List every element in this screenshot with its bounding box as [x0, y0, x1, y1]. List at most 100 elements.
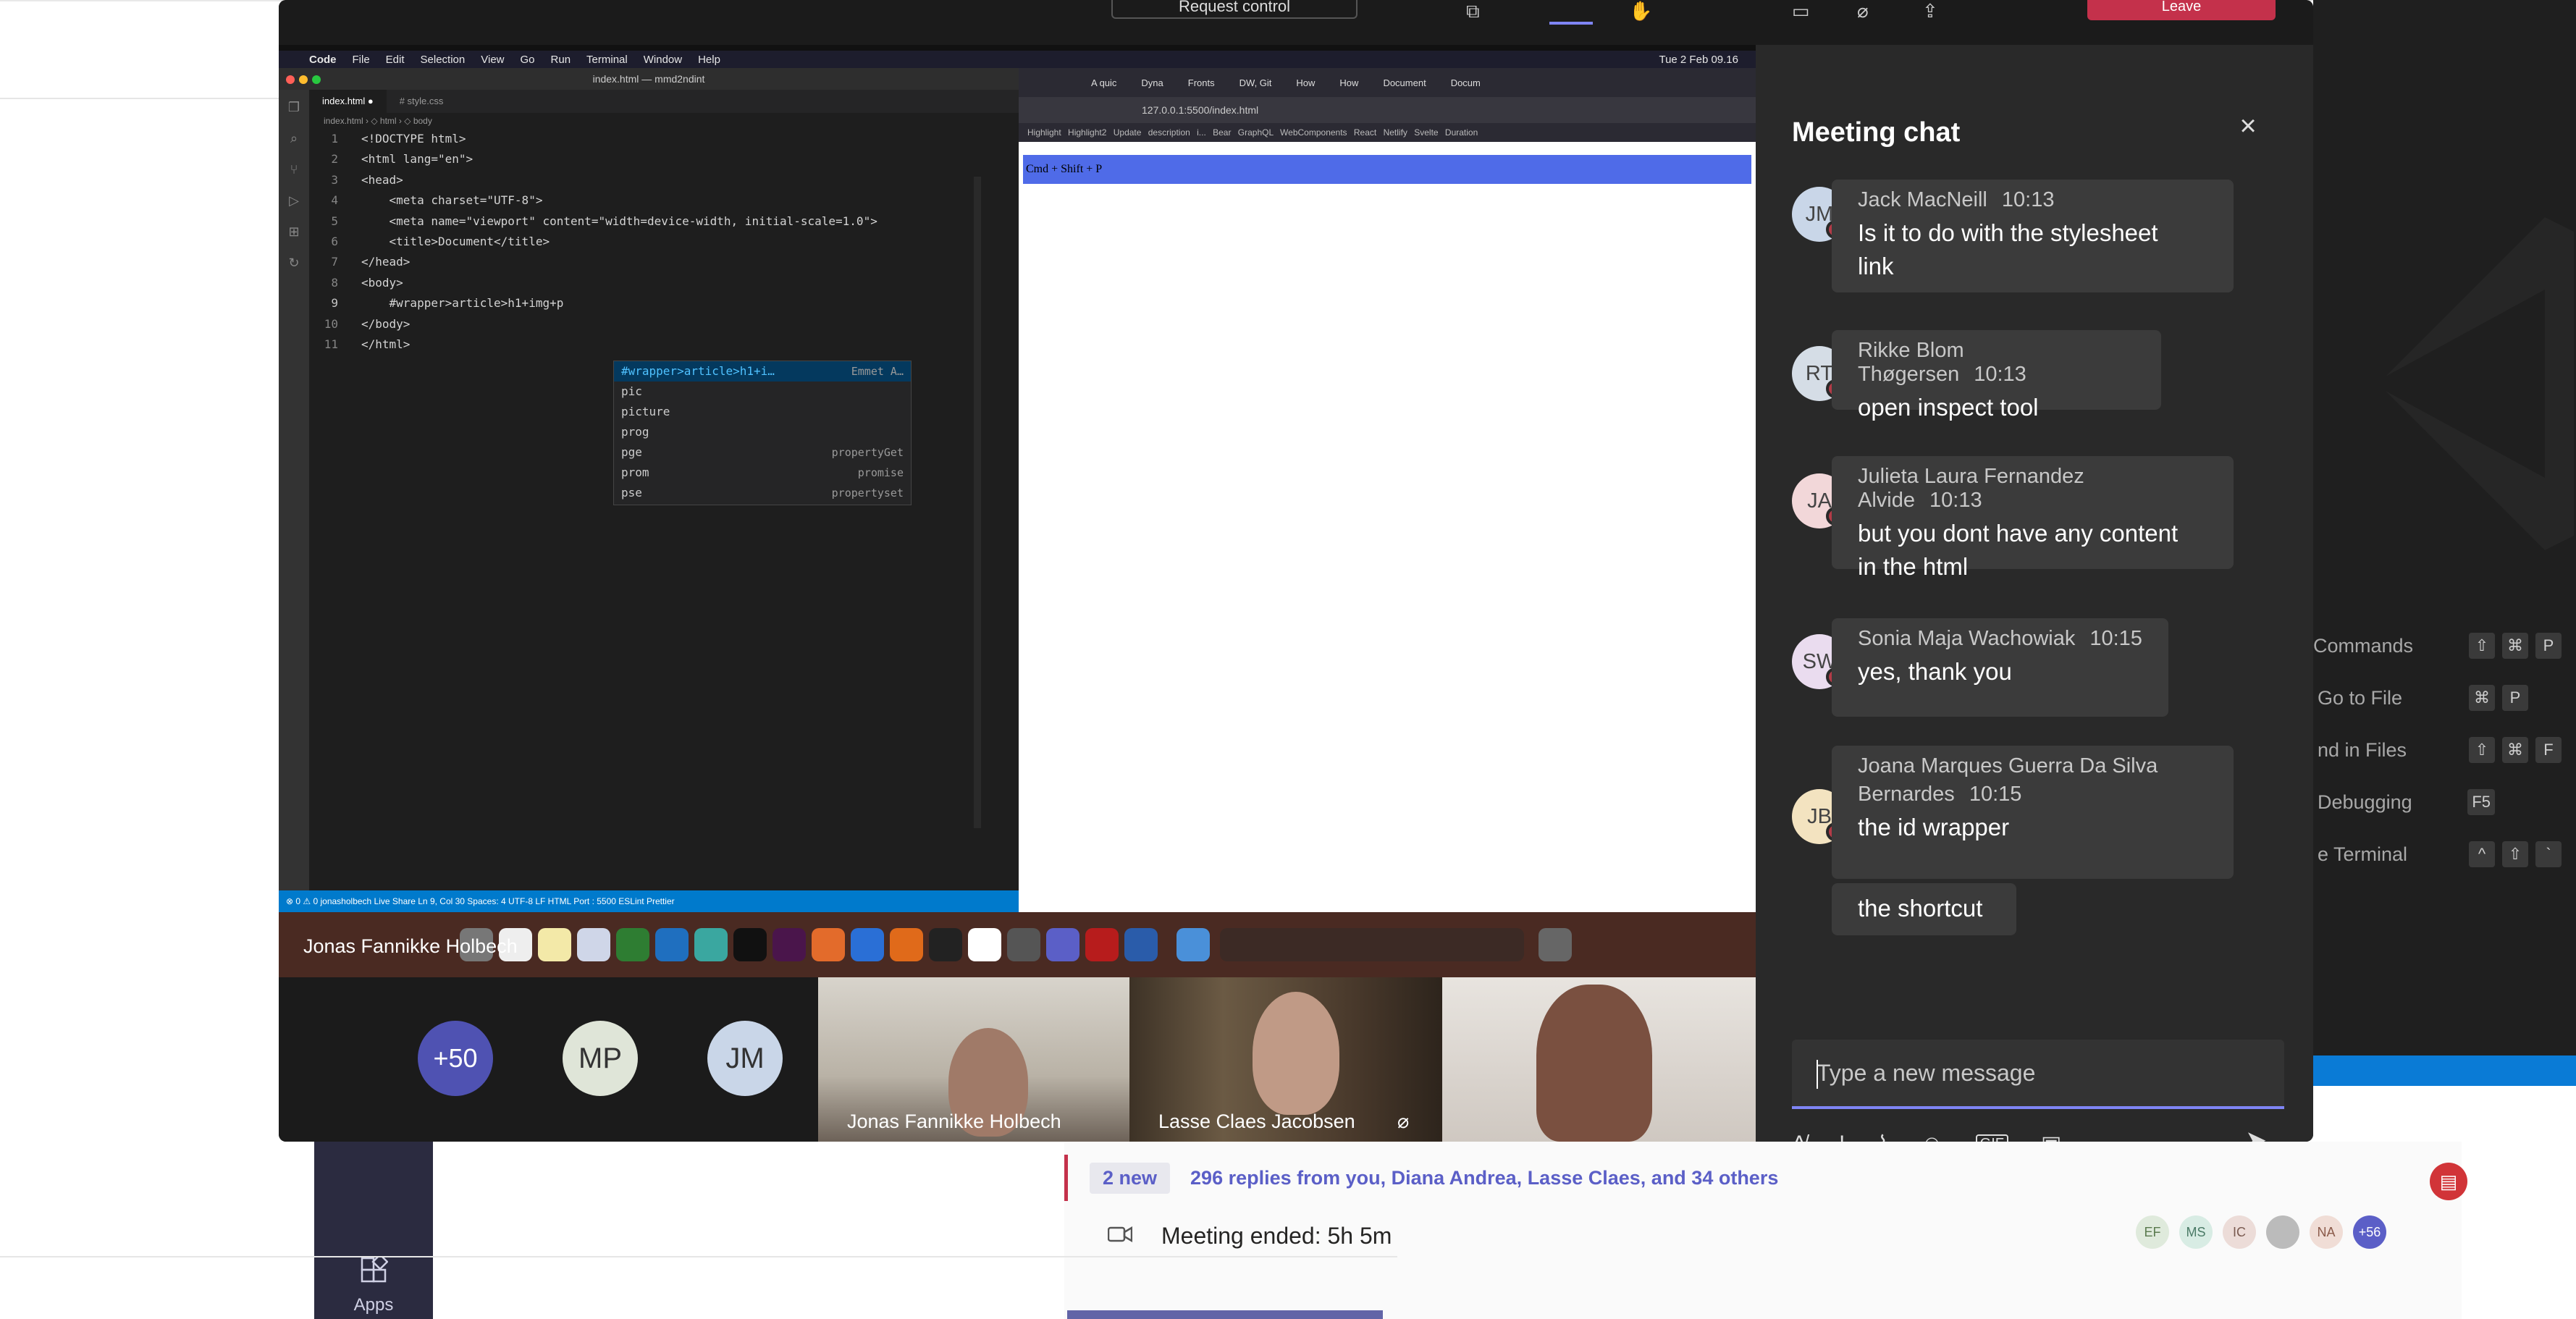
- mic-off-icon[interactable]: ⌀: [1857, 0, 1869, 22]
- new-replies-row[interactable]: 2 new 296 replies from you, Diana Andrea…: [1064, 1155, 2462, 1201]
- dock-app-icon: [929, 928, 962, 961]
- close-icon[interactable]: ×: [2234, 111, 2263, 140]
- sticker-icon[interactable]: ▣: [2041, 1132, 2061, 1142]
- leave-button[interactable]: Leave: [2087, 0, 2276, 20]
- firefox-icon: [890, 928, 923, 961]
- participant-video: [1442, 977, 1756, 1142]
- background-divider: [0, 98, 279, 99]
- menu-item: Window: [643, 53, 683, 66]
- gif-icon[interactable]: GIF: [1975, 1134, 2008, 1142]
- chat-message: the shortcut: [1832, 883, 2016, 935]
- chat-message: Julieta Laura Fernandez Alvide 10:13 but …: [1832, 456, 2234, 580]
- attach-icon[interactable]: ⌇: [1877, 1132, 1888, 1142]
- compose-toolbar: A̸ ! ⌇ ☺ GIF ▣ ···: [1792, 1124, 2284, 1142]
- menu-app-name: Code: [309, 53, 337, 66]
- code-line: <title>Document</title>: [361, 235, 550, 248]
- share-screen-icon[interactable]: ⇪: [1922, 0, 1938, 22]
- request-control-button[interactable]: Request control: [1111, 0, 1358, 19]
- participant-avatars: EF MS IC NA +56: [2136, 1215, 2386, 1249]
- message-time: 10:15: [2089, 627, 2142, 650]
- filezilla-icon: [1085, 928, 1119, 961]
- participant-gallery: +50 MP JM Jonas Fannikke Holbech Lasse C…: [279, 977, 1756, 1142]
- close-dot-icon: [286, 75, 295, 84]
- editor-tabs: index.html ● # style.css: [309, 90, 1019, 113]
- person-silhouette: [1253, 992, 1339, 1115]
- menu-item: File: [352, 53, 370, 66]
- chat-message: Joana Marques Guerra Da Silva Bernardes 1…: [1832, 746, 2234, 879]
- menu-item: Run: [550, 53, 571, 66]
- emoji-icon[interactable]: ☺: [1921, 1132, 1943, 1142]
- meeting-chat-panel: Meeting chat × JM Jack MacNeill 10:13 Is …: [1756, 45, 2313, 1142]
- notes-icon: [538, 928, 571, 961]
- message-time: 10:13: [2001, 188, 2055, 211]
- browser-tab: Document: [1383, 77, 1426, 88]
- raise-hand-icon[interactable]: ✋: [1629, 0, 1652, 22]
- message-author: Rikke Blom Thøgersen: [1858, 339, 1964, 386]
- participant-video-name: Jonas Fannikke Holbech: [847, 1111, 1061, 1132]
- share-tray-icon[interactable]: ⧉: [1466, 0, 1480, 23]
- editor-scrollbar: [974, 177, 981, 828]
- presenter-name: Jonas Fannikke Holbech: [303, 935, 518, 957]
- replies-summary[interactable]: 296 replies from you, Diana Andrea, Lass…: [1190, 1167, 1778, 1189]
- reply-button-edge[interactable]: [1067, 1310, 1383, 1319]
- overflow-participants-button[interactable]: +50: [418, 1021, 493, 1096]
- code-line: </html>: [361, 337, 411, 351]
- browser-tab: How: [1339, 77, 1359, 88]
- source-control-icon: ⑂: [290, 162, 298, 177]
- suggestion-item: prog: [621, 425, 649, 439]
- browser-bookmarks: Highlight Highlight2 Update description …: [1019, 123, 1756, 142]
- vscode-status-strip: [2313, 1055, 2576, 1086]
- message-line: but you dont have any content: [1858, 520, 2179, 547]
- message-line: in the html: [1858, 553, 1969, 580]
- browser-tab: Fronts: [1187, 77, 1215, 88]
- command-row: Commands ⇧ ⌘ P: [2313, 624, 2576, 667]
- rail-item-apps[interactable]: Apps: [314, 1252, 433, 1319]
- more-options-icon[interactable]: ···: [2094, 1132, 2116, 1142]
- camera-icon[interactable]: ▭: [1792, 0, 1810, 22]
- notification-app-icon[interactable]: ▤: [2430, 1163, 2467, 1200]
- apps-icon: [359, 1252, 389, 1291]
- browser-tab: Docum: [1450, 77, 1481, 88]
- message-author: Joana Marques Guerra Da Silva: [1858, 754, 2158, 778]
- message-line: yes, thank you: [1858, 658, 2012, 685]
- format-icon[interactable]: A̸: [1792, 1132, 1806, 1142]
- vscode-logo-icon: [2386, 217, 2574, 550]
- menu-item: Edit: [385, 53, 405, 66]
- tab-style-css: # style.css: [399, 96, 444, 106]
- participant-video: Jonas Fannikke Holbech: [818, 977, 1129, 1142]
- more-participants-badge[interactable]: +56: [2353, 1215, 2386, 1249]
- participant-avatar-mp: MP: [563, 1021, 638, 1096]
- activity-bar: ❐ ⌕ ⑂ ▷ ⊞ ↻: [279, 90, 309, 912]
- suggestion-item: #wrapper>article>h1+i… Emmet A…: [614, 361, 911, 382]
- browser-tab: How: [1296, 77, 1316, 88]
- chat-icon[interactable]: [1549, 0, 1593, 25]
- menu-item: Help: [698, 53, 720, 66]
- run-icon: ▷: [289, 193, 299, 208]
- participant-avatar-jm: JM: [707, 1021, 783, 1096]
- dock-app-icon: [812, 928, 845, 961]
- chat-title: Meeting chat: [1792, 117, 1961, 148]
- browser-window: A quic Dyna Fronts DW, Git How How Docum…: [1019, 68, 1756, 912]
- message-line: link: [1858, 253, 1894, 279]
- search-icon: ⌕: [290, 131, 298, 146]
- message-line: the id wrapper: [1858, 814, 2010, 840]
- send-icon[interactable]: ➤: [2245, 1125, 2267, 1142]
- command-row: Go to File ⌘ P: [2313, 676, 2576, 720]
- dock-app-icon: [1124, 928, 1158, 961]
- browser-url-bar: 127.0.0.1:5500/index.html: [1019, 97, 1756, 123]
- vscode-dock-icon: [655, 928, 689, 961]
- menu-clock: Tue 2 Feb 09.16: [1659, 53, 1738, 66]
- important-icon[interactable]: !: [1839, 1132, 1845, 1142]
- avatar-photo: [2266, 1215, 2299, 1249]
- message-time: 10:15: [1969, 783, 2022, 806]
- menu-item: View: [481, 53, 505, 66]
- message-compose-input[interactable]: Type a new message: [1792, 1040, 2284, 1109]
- explorer-icon: ❐: [287, 100, 300, 114]
- live-share-icon: ↻: [288, 256, 300, 270]
- code-line: <body>: [361, 275, 403, 290]
- message-author-continued: Bernardes: [1858, 783, 1955, 806]
- message-time: 10:13: [1974, 363, 2026, 386]
- suggestion-item: prom promise: [621, 465, 904, 479]
- menu-item: Selection: [420, 53, 466, 66]
- slack-icon: [773, 928, 806, 961]
